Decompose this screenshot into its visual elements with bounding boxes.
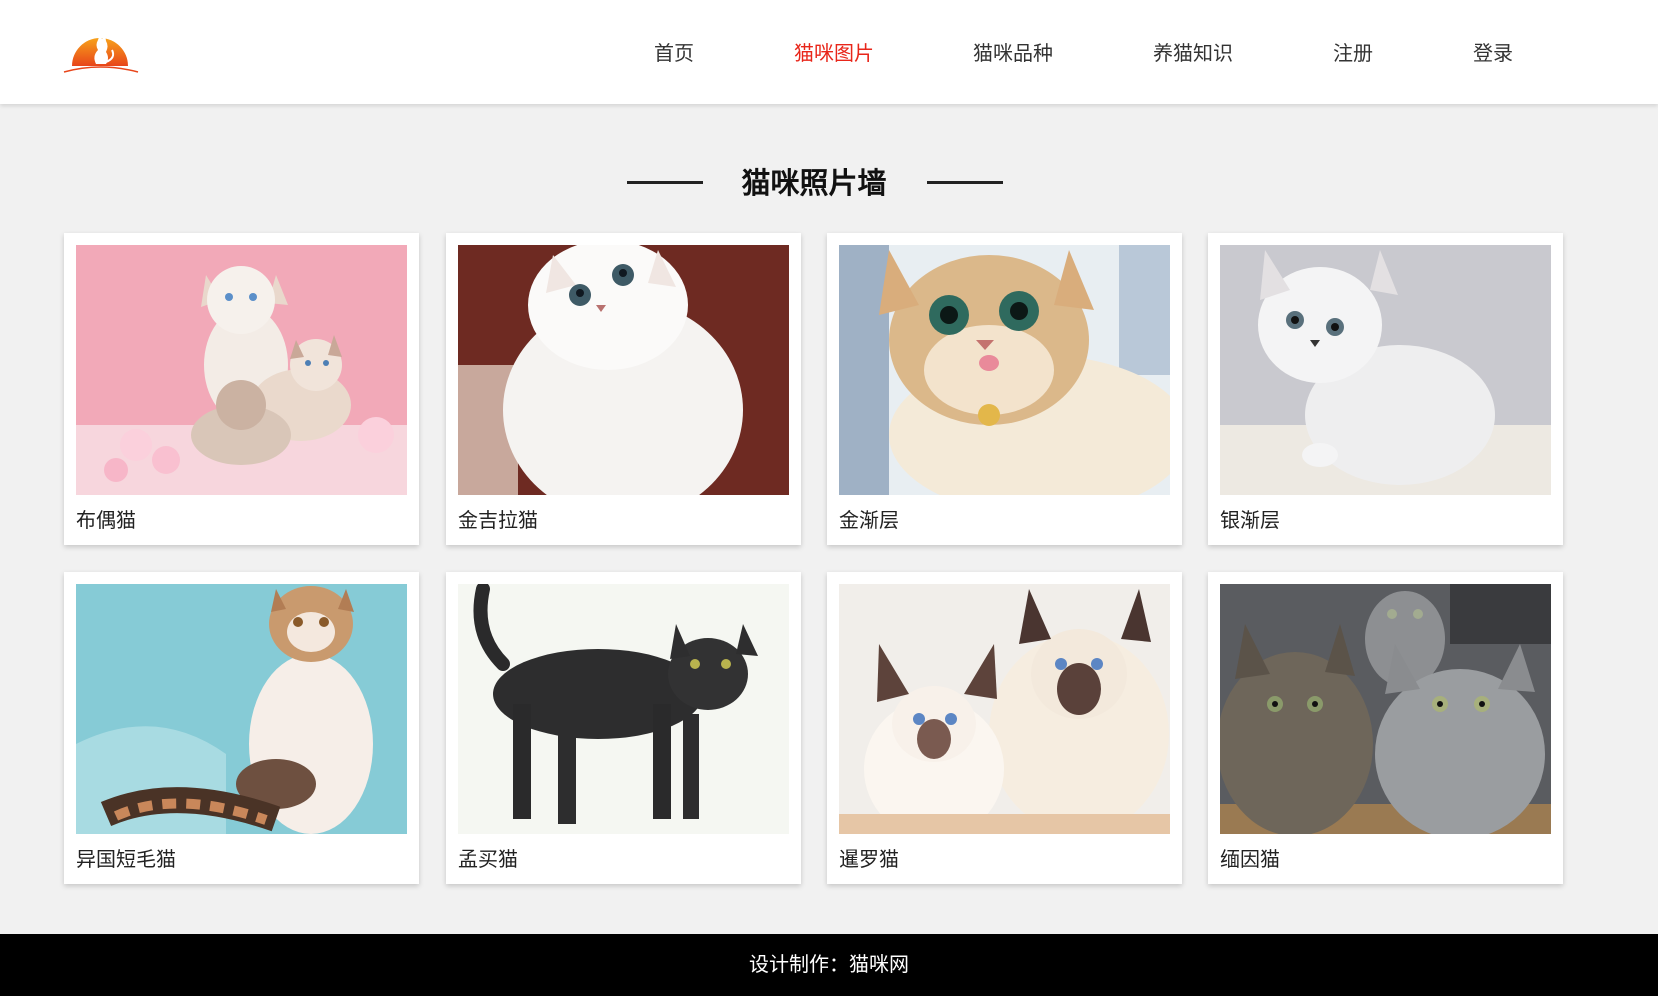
card-caption: 金渐层 (839, 508, 899, 532)
nav-item-login[interactable]: 登录 (1473, 38, 1513, 68)
card-caption: 缅因猫 (1220, 847, 1280, 871)
photo-card-bombay[interactable]: 孟买猫 (446, 572, 801, 884)
photo-card-ragdoll[interactable]: 布偶猫 (64, 233, 419, 545)
site-footer: 设计制作：猫咪网 (0, 934, 1658, 996)
nav-item-register[interactable]: 注册 (1333, 38, 1373, 68)
photo-card-maine-coon[interactable]: 缅因猫 (1208, 572, 1563, 884)
section-title: 猫咪照片墙 (741, 166, 887, 200)
section-heading: 猫咪照片墙 (0, 160, 1658, 206)
nav-item-cat-pictures[interactable]: 猫咪图片 (794, 38, 874, 68)
photo-card-golden-shaded[interactable]: 金渐层 (827, 233, 1182, 545)
cat-logo-icon[interactable] (62, 22, 142, 78)
exotic-shorthair-cat-photo[interactable] (76, 584, 407, 834)
maine-coon-cats-photo[interactable] (1220, 584, 1551, 834)
photo-card-chinchilla[interactable]: 金吉拉猫 (446, 233, 801, 545)
nav-item-cat-care[interactable]: 养猫知识 (1153, 38, 1233, 68)
photo-card-siamese[interactable]: 暹罗猫 (827, 572, 1182, 884)
card-caption: 金吉拉猫 (458, 508, 538, 532)
nav-item-cat-breeds[interactable]: 猫咪品种 (973, 38, 1053, 68)
site-header: 首页 猫咪图片 猫咪品种 养猫知识 注册 登录 (0, 0, 1658, 104)
title-right-rule (927, 181, 1003, 184)
card-caption: 异国短毛猫 (76, 847, 176, 871)
photo-card-silver-shaded[interactable]: 银渐层 (1208, 233, 1563, 545)
nav-item-home[interactable]: 首页 (654, 38, 694, 68)
card-caption: 孟买猫 (458, 847, 518, 871)
golden-shaded-cat-photo[interactable] (839, 245, 1170, 495)
chinchilla-cat-photo[interactable] (458, 245, 789, 495)
card-caption: 布偶猫 (76, 508, 136, 532)
ragdoll-cats-photo[interactable] (76, 245, 407, 495)
title-left-rule (627, 181, 703, 184)
siamese-cats-photo[interactable] (839, 584, 1170, 834)
photo-card-exotic-shorthair[interactable]: 异国短毛猫 (64, 572, 419, 884)
bombay-cat-photo[interactable] (458, 584, 789, 834)
footer-credit: 设计制作：猫咪网 (749, 952, 909, 976)
card-caption: 暹罗猫 (839, 847, 899, 871)
silver-shaded-cat-photo[interactable] (1220, 245, 1551, 495)
card-caption: 银渐层 (1220, 508, 1280, 532)
